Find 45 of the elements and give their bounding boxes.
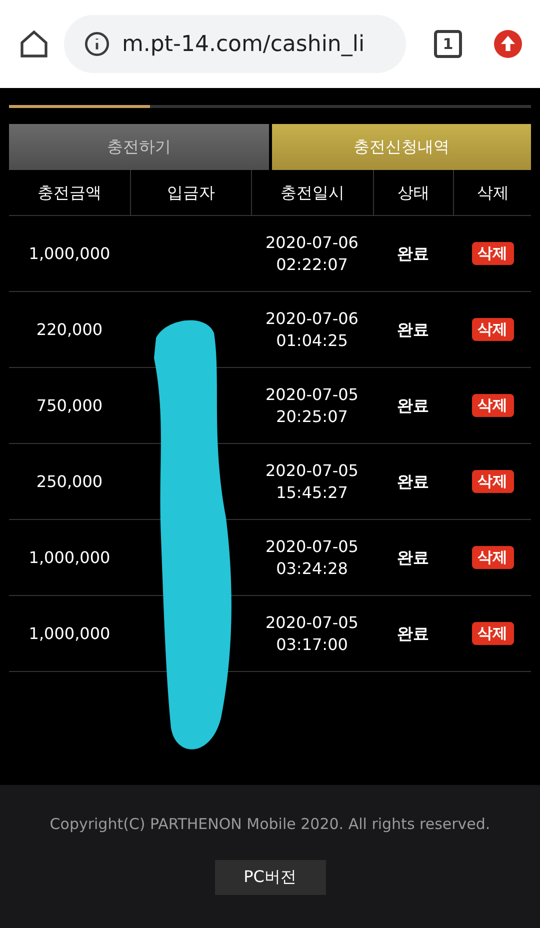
upload-icon[interactable] bbox=[494, 30, 522, 58]
address-bar[interactable]: m.pt-14.com/cashin_li bbox=[64, 15, 406, 73]
delete-button[interactable]: 삭제 bbox=[472, 470, 514, 493]
date-text: 2020-07-05 bbox=[266, 536, 358, 558]
column-header: 충전금액 bbox=[36, 182, 102, 204]
tab[interactable]: 충전하기 bbox=[9, 124, 268, 170]
date-text: 2020-07-05 bbox=[266, 460, 358, 482]
delete-button[interactable]: 삭제 bbox=[472, 242, 514, 265]
status-cell-text: 완료 bbox=[396, 546, 430, 569]
date-text: 2020-07-06 bbox=[266, 232, 358, 254]
column-header: 상태 bbox=[373, 170, 453, 215]
column-header: 삭제 bbox=[453, 170, 532, 215]
copyright-text: Copyright(C) PARTHENON Mobile 2020. All rights reserved. bbox=[50, 815, 490, 833]
delete-button[interactable]: 삭제 bbox=[472, 622, 514, 645]
amount-cell-text: 1,000,000 bbox=[28, 242, 112, 265]
status-cell-text: 완료 bbox=[396, 394, 430, 417]
date-text: 2020-07-05 bbox=[266, 384, 358, 406]
tab-count[interactable]: 1 bbox=[434, 30, 462, 58]
time-text: 03:17:00 bbox=[276, 634, 348, 656]
pc-version-button[interactable]: PC버전 bbox=[214, 860, 326, 895]
delete-button[interactable]: 삭제 bbox=[472, 546, 514, 569]
time-text: 03:24:28 bbox=[276, 558, 348, 580]
time-text: 02:22:07 bbox=[276, 254, 348, 276]
amount-cell-text: 1,000,000 bbox=[28, 622, 112, 645]
info-icon[interactable] bbox=[84, 31, 110, 57]
amount-cell-text: 220,000 bbox=[35, 318, 104, 341]
delete-button[interactable]: 삭제 bbox=[472, 318, 514, 341]
column-header: 충전일시 bbox=[251, 170, 373, 215]
status-cell-text: 완료 bbox=[396, 622, 430, 645]
column-header: 입금자 bbox=[130, 170, 251, 215]
time-text: 20:25:07 bbox=[276, 406, 348, 428]
status-cell-text: 완료 bbox=[396, 242, 430, 265]
date-text: 2020-07-06 bbox=[266, 308, 358, 330]
time-text: 15:45:27 bbox=[276, 482, 348, 504]
time-text: 01:04:25 bbox=[276, 330, 348, 352]
delete-button[interactable]: 삭제 bbox=[472, 394, 514, 417]
amount-cell-text: 250,000 bbox=[35, 470, 104, 493]
date-text: 2020-07-05 bbox=[266, 612, 358, 634]
amount-cell-text: 1,000,000 bbox=[28, 546, 112, 569]
status-cell-text: 완료 bbox=[396, 470, 430, 493]
amount-cell-text: 750,000 bbox=[35, 394, 104, 417]
status-cell-text: 완료 bbox=[396, 318, 430, 341]
home-icon[interactable] bbox=[18, 28, 50, 60]
tab[interactable]: 충전신청내역 bbox=[272, 124, 531, 170]
url-text: m.pt-14.com/cashin_li bbox=[122, 32, 365, 56]
